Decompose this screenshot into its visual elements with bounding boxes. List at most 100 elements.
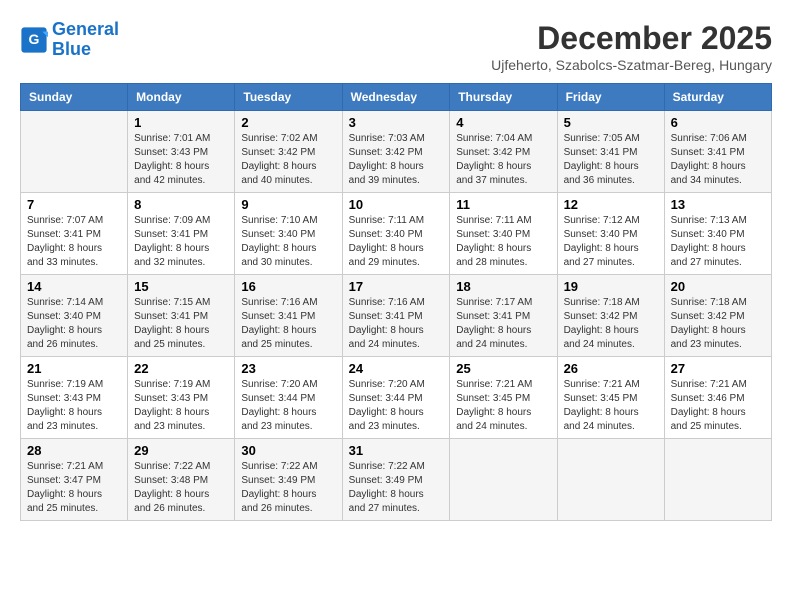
day-number: 11 (456, 197, 550, 212)
day-number: 26 (564, 361, 658, 376)
day-info: Sunrise: 7:04 AM Sunset: 3:42 PM Dayligh… (456, 132, 550, 188)
calendar-day-cell (450, 439, 557, 521)
day-number: 16 (241, 279, 335, 294)
day-info: Sunrise: 7:10 AM Sunset: 3:40 PM Dayligh… (241, 214, 335, 270)
day-number: 30 (241, 443, 335, 458)
calendar-day-cell: 19Sunrise: 7:18 AM Sunset: 3:42 PM Dayli… (557, 275, 664, 357)
day-number: 15 (134, 279, 228, 294)
day-info: Sunrise: 7:14 AM Sunset: 3:40 PM Dayligh… (27, 296, 121, 352)
day-number: 20 (671, 279, 765, 294)
header-cell: Sunday (21, 84, 128, 111)
calendar-day-cell: 12Sunrise: 7:12 AM Sunset: 3:40 PM Dayli… (557, 193, 664, 275)
day-number: 23 (241, 361, 335, 376)
logo: G General Blue (20, 20, 119, 60)
day-info: Sunrise: 7:16 AM Sunset: 3:41 PM Dayligh… (349, 296, 444, 352)
day-number: 1 (134, 115, 228, 130)
calendar-day-cell: 29 Sunrise: 7:22 AM Sunset: 3:48 PM Dayli… (128, 439, 235, 521)
calendar-day-cell: 3Sunrise: 7:03 AM Sunset: 3:42 PM Daylig… (342, 111, 450, 193)
header-cell: Saturday (664, 84, 771, 111)
calendar-day-cell: 9 Sunrise: 7:10 AM Sunset: 3:40 PM Daylig… (235, 193, 342, 275)
month-title: December 2025 (491, 20, 772, 57)
day-info: Sunrise: 7:19 AM Sunset: 3:43 PM Dayligh… (27, 378, 121, 434)
calendar-day-cell: 18 Sunrise: 7:17 AM Sunset: 3:41 PM Dayli… (450, 275, 557, 357)
header-cell: Monday (128, 84, 235, 111)
calendar-day-cell: 2 Sunrise: 7:02 AM Sunset: 3:42 PM Daylig… (235, 111, 342, 193)
day-info: Sunrise: 7:21 AM Sunset: 3:45 PM Dayligh… (564, 378, 658, 434)
day-info: Sunrise: 7:20 AM Sunset: 3:44 PM Dayligh… (349, 378, 444, 434)
calendar-day-cell: 7 Sunrise: 7:07 AM Sunset: 3:41 PM Daylig… (21, 193, 128, 275)
day-info: Sunrise: 7:09 AM Sunset: 3:41 PM Dayligh… (134, 214, 228, 270)
calendar-day-cell: 11Sunrise: 7:11 AM Sunset: 3:40 PM Dayli… (450, 193, 557, 275)
calendar-day-cell: 21 Sunrise: 7:19 AM Sunset: 3:43 PM Dayli… (21, 357, 128, 439)
day-info: Sunrise: 7:03 AM Sunset: 3:42 PM Dayligh… (349, 132, 444, 188)
day-info: Sunrise: 7:01 AM Sunset: 3:43 PM Dayligh… (134, 132, 228, 188)
day-number: 7 (27, 197, 121, 212)
day-number: 9 (241, 197, 335, 212)
day-number: 14 (27, 279, 121, 294)
logo-text: General Blue (52, 20, 119, 60)
logo-icon: G (20, 26, 48, 54)
day-info: Sunrise: 7:02 AM Sunset: 3:42 PM Dayligh… (241, 132, 335, 188)
day-number: 19 (564, 279, 658, 294)
calendar-week-row: 1 Sunrise: 7:01 AM Sunset: 3:43 PM Daylig… (21, 111, 772, 193)
title-block: December 2025 Ujfeherto, Szabolcs-Szatma… (491, 20, 772, 73)
calendar-week-row: 14 Sunrise: 7:14 AM Sunset: 3:40 PM Dayli… (21, 275, 772, 357)
calendar-day-cell: 14 Sunrise: 7:14 AM Sunset: 3:40 PM Dayli… (21, 275, 128, 357)
day-number: 25 (456, 361, 550, 376)
calendar-day-cell: 5 Sunrise: 7:05 AM Sunset: 3:41 PM Daylig… (557, 111, 664, 193)
calendar-day-cell (557, 439, 664, 521)
day-number: 13 (671, 197, 765, 212)
day-number: 31 (349, 443, 444, 458)
day-number: 18 (456, 279, 550, 294)
day-number: 6 (671, 115, 765, 130)
day-number: 29 (134, 443, 228, 458)
calendar-day-cell: 1 Sunrise: 7:01 AM Sunset: 3:43 PM Daylig… (128, 111, 235, 193)
day-info: Sunrise: 7:17 AM Sunset: 3:41 PM Dayligh… (456, 296, 550, 352)
day-info: Sunrise: 7:05 AM Sunset: 3:41 PM Dayligh… (564, 132, 658, 188)
day-info: Sunrise: 7:15 AM Sunset: 3:41 PM Dayligh… (134, 296, 228, 352)
day-info: Sunrise: 7:12 AM Sunset: 3:40 PM Dayligh… (564, 214, 658, 270)
day-number: 21 (27, 361, 121, 376)
day-number: 2 (241, 115, 335, 130)
day-number: 27 (671, 361, 765, 376)
day-number: 10 (349, 197, 444, 212)
calendar-day-cell: 27 Sunrise: 7:21 AM Sunset: 3:46 PM Dayli… (664, 357, 771, 439)
day-info: Sunrise: 7:11 AM Sunset: 3:40 PM Dayligh… (349, 214, 444, 270)
calendar-day-cell: 24Sunrise: 7:20 AM Sunset: 3:44 PM Dayli… (342, 357, 450, 439)
day-info: Sunrise: 7:22 AM Sunset: 3:48 PM Dayligh… (134, 460, 228, 516)
day-info: Sunrise: 7:19 AM Sunset: 3:43 PM Dayligh… (134, 378, 228, 434)
day-number: 4 (456, 115, 550, 130)
day-info: Sunrise: 7:21 AM Sunset: 3:47 PM Dayligh… (27, 460, 121, 516)
calendar-day-cell (664, 439, 771, 521)
day-info: Sunrise: 7:21 AM Sunset: 3:45 PM Dayligh… (456, 378, 550, 434)
calendar-week-row: 28Sunrise: 7:21 AM Sunset: 3:47 PM Dayli… (21, 439, 772, 521)
day-info: Sunrise: 7:16 AM Sunset: 3:41 PM Dayligh… (241, 296, 335, 352)
day-info: Sunrise: 7:13 AM Sunset: 3:40 PM Dayligh… (671, 214, 765, 270)
day-number: 5 (564, 115, 658, 130)
day-info: Sunrise: 7:21 AM Sunset: 3:46 PM Dayligh… (671, 378, 765, 434)
header-cell: Thursday (450, 84, 557, 111)
calendar-day-cell: 28Sunrise: 7:21 AM Sunset: 3:47 PM Dayli… (21, 439, 128, 521)
calendar-day-cell: 16 Sunrise: 7:16 AM Sunset: 3:41 PM Dayli… (235, 275, 342, 357)
calendar-day-cell: 26 Sunrise: 7:21 AM Sunset: 3:45 PM Dayli… (557, 357, 664, 439)
calendar-day-cell: 25 Sunrise: 7:21 AM Sunset: 3:45 PM Dayli… (450, 357, 557, 439)
day-info: Sunrise: 7:22 AM Sunset: 3:49 PM Dayligh… (241, 460, 335, 516)
calendar-header-row: SundayMondayTuesdayWednesdayThursdayFrid… (21, 84, 772, 111)
logo-line2: Blue (52, 39, 91, 59)
calendar-day-cell: 13 Sunrise: 7:13 AM Sunset: 3:40 PM Dayli… (664, 193, 771, 275)
calendar-day-cell: 22Sunrise: 7:19 AM Sunset: 3:43 PM Dayli… (128, 357, 235, 439)
header-cell: Tuesday (235, 84, 342, 111)
logo-line1: General (52, 19, 119, 39)
page-header: G General Blue December 2025 Ujfeherto, … (20, 20, 772, 73)
calendar-day-cell: 10 Sunrise: 7:11 AM Sunset: 3:40 PM Dayli… (342, 193, 450, 275)
calendar-day-cell: 8 Sunrise: 7:09 AM Sunset: 3:41 PM Daylig… (128, 193, 235, 275)
calendar-day-cell: 30 Sunrise: 7:22 AM Sunset: 3:49 PM Dayli… (235, 439, 342, 521)
calendar-day-cell: 4 Sunrise: 7:04 AM Sunset: 3:42 PM Daylig… (450, 111, 557, 193)
calendar-day-cell: 17Sunrise: 7:16 AM Sunset: 3:41 PM Dayli… (342, 275, 450, 357)
day-info: Sunrise: 7:06 AM Sunset: 3:41 PM Dayligh… (671, 132, 765, 188)
day-number: 8 (134, 197, 228, 212)
day-info: Sunrise: 7:22 AM Sunset: 3:49 PM Dayligh… (349, 460, 444, 516)
calendar-day-cell: 31 Sunrise: 7:22 AM Sunset: 3:49 PM Dayli… (342, 439, 450, 521)
calendar-day-cell: 20Sunrise: 7:18 AM Sunset: 3:42 PM Dayli… (664, 275, 771, 357)
day-info: Sunrise: 7:07 AM Sunset: 3:41 PM Dayligh… (27, 214, 121, 270)
